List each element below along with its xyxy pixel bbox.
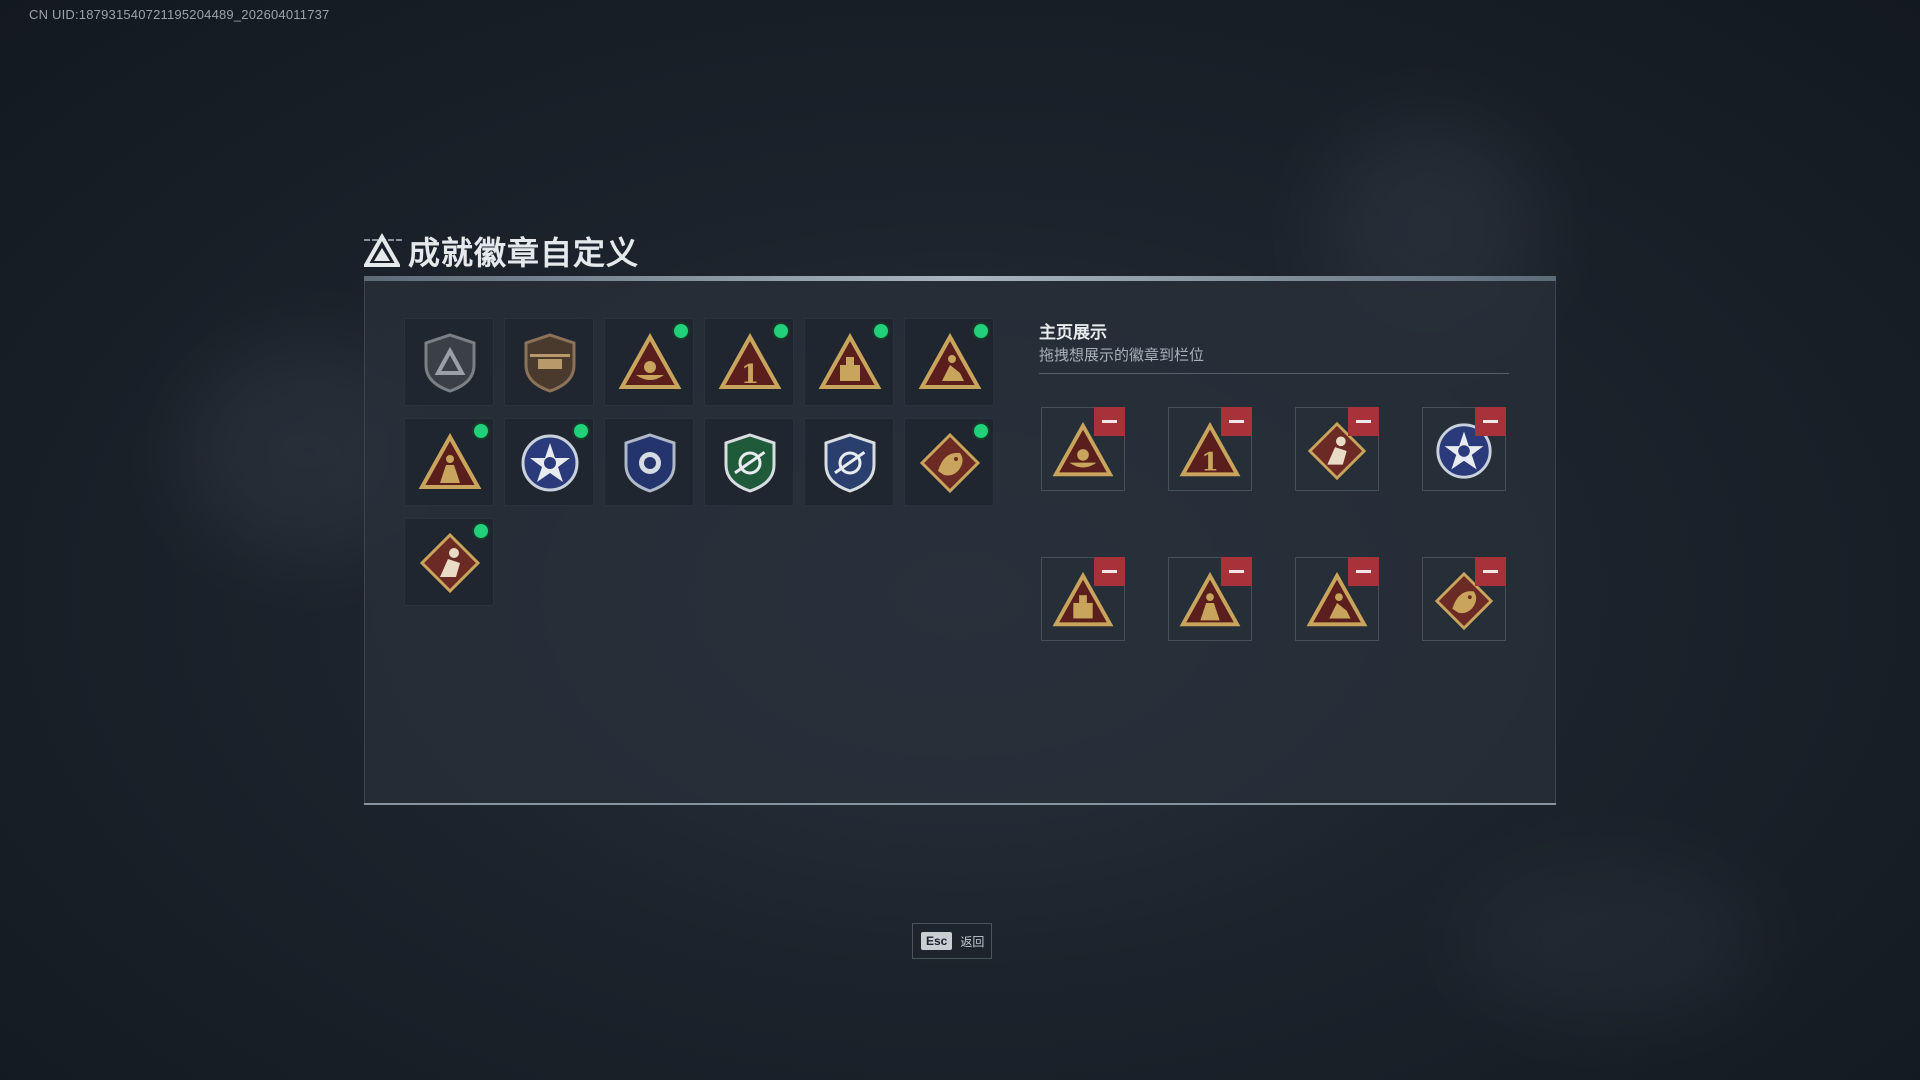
showcase-slot[interactable]	[1295, 407, 1379, 491]
new-indicator-dot	[974, 324, 988, 338]
user-id-label: CN UID:1879315407211952044​89_2026040117…	[29, 7, 330, 22]
remove-badge-button[interactable]	[1475, 557, 1506, 586]
badge-cell[interactable]	[804, 418, 894, 506]
blue-rifle-shield-badge-icon	[824, 433, 876, 493]
badge-cell[interactable]	[904, 318, 994, 406]
svg-text:1: 1	[741, 360, 759, 390]
showcase-title: 主页展示	[1039, 323, 1107, 342]
panel-top-border	[364, 276, 1556, 281]
new-indicator-dot	[574, 424, 588, 438]
svg-text:1: 1	[1201, 446, 1219, 476]
new-indicator-dot	[774, 324, 788, 338]
new-indicator-dot	[474, 424, 488, 438]
triangle-number-one-badge-icon: 1	[718, 332, 782, 390]
remove-badge-button[interactable]	[1221, 557, 1252, 586]
showcase-slot[interactable]	[1422, 557, 1506, 641]
badge-cell[interactable]: 1	[704, 318, 794, 406]
remove-badge-button[interactable]	[1221, 407, 1252, 436]
badge-cell[interactable]	[904, 418, 994, 506]
triangle-logo-icon	[364, 233, 400, 267]
badge-cell[interactable]	[404, 418, 494, 506]
showcase-slot[interactable]: 1	[1168, 407, 1252, 491]
badge-cell[interactable]	[604, 418, 694, 506]
showcase-slot[interactable]	[1168, 557, 1252, 641]
blue-police-badge-icon	[624, 433, 676, 493]
showcase-slot[interactable]	[1422, 407, 1506, 491]
remove-badge-button[interactable]	[1348, 557, 1379, 586]
back-label: 返回	[960, 934, 985, 949]
dragon-diamond-badge-icon	[919, 432, 981, 494]
showcase-slot[interactable]	[1041, 557, 1125, 641]
remove-badge-button[interactable]	[1094, 407, 1125, 436]
triangle-bowl-badge-icon	[618, 332, 682, 389]
showcase-slot[interactable]	[1295, 557, 1379, 641]
green-rifle-shield-badge-icon	[724, 433, 776, 493]
back-button[interactable]: Esc 返回	[912, 923, 992, 959]
new-indicator-dot	[674, 324, 688, 338]
showcase-divider	[1039, 373, 1509, 374]
showcase-subtitle: 拖拽想展示的徽章到栏位	[1039, 347, 1205, 364]
remove-badge-button[interactable]	[1094, 557, 1125, 586]
badge-cell[interactable]	[804, 318, 894, 406]
shield-triangle-badge-icon	[424, 333, 476, 393]
remove-badge-button[interactable]	[1475, 407, 1506, 436]
remove-badge-button[interactable]	[1348, 407, 1379, 436]
panel-bottom-border	[364, 803, 1556, 805]
showcase-slot[interactable]	[1041, 407, 1125, 491]
badge-cell[interactable]	[404, 518, 494, 606]
triangle-soldier-badge-icon	[418, 432, 482, 489]
triangle-runner-badge-icon	[918, 332, 982, 389]
new-indicator-dot	[474, 524, 488, 538]
page-title-bar: 成就徽章自定义	[364, 228, 639, 274]
badge-cell[interactable]	[504, 318, 594, 406]
page-title: 成就徽章自定义	[408, 235, 640, 271]
new-indicator-dot	[974, 424, 988, 438]
triangle-crate-badge-icon	[818, 332, 882, 389]
badge-cell[interactable]	[504, 418, 594, 506]
background-blob	[1460, 860, 1760, 1020]
badge-grid: 1	[404, 318, 994, 606]
badge-cell[interactable]	[704, 418, 794, 506]
star-eagle-badge-icon	[521, 434, 579, 492]
diamond-warrior-badge-icon	[419, 532, 481, 594]
new-indicator-dot	[874, 324, 888, 338]
badge-cell[interactable]	[604, 318, 694, 406]
helicopter-shield-badge-icon	[524, 333, 576, 393]
badge-cell[interactable]	[404, 318, 494, 406]
esc-key-hint: Esc	[921, 932, 953, 950]
